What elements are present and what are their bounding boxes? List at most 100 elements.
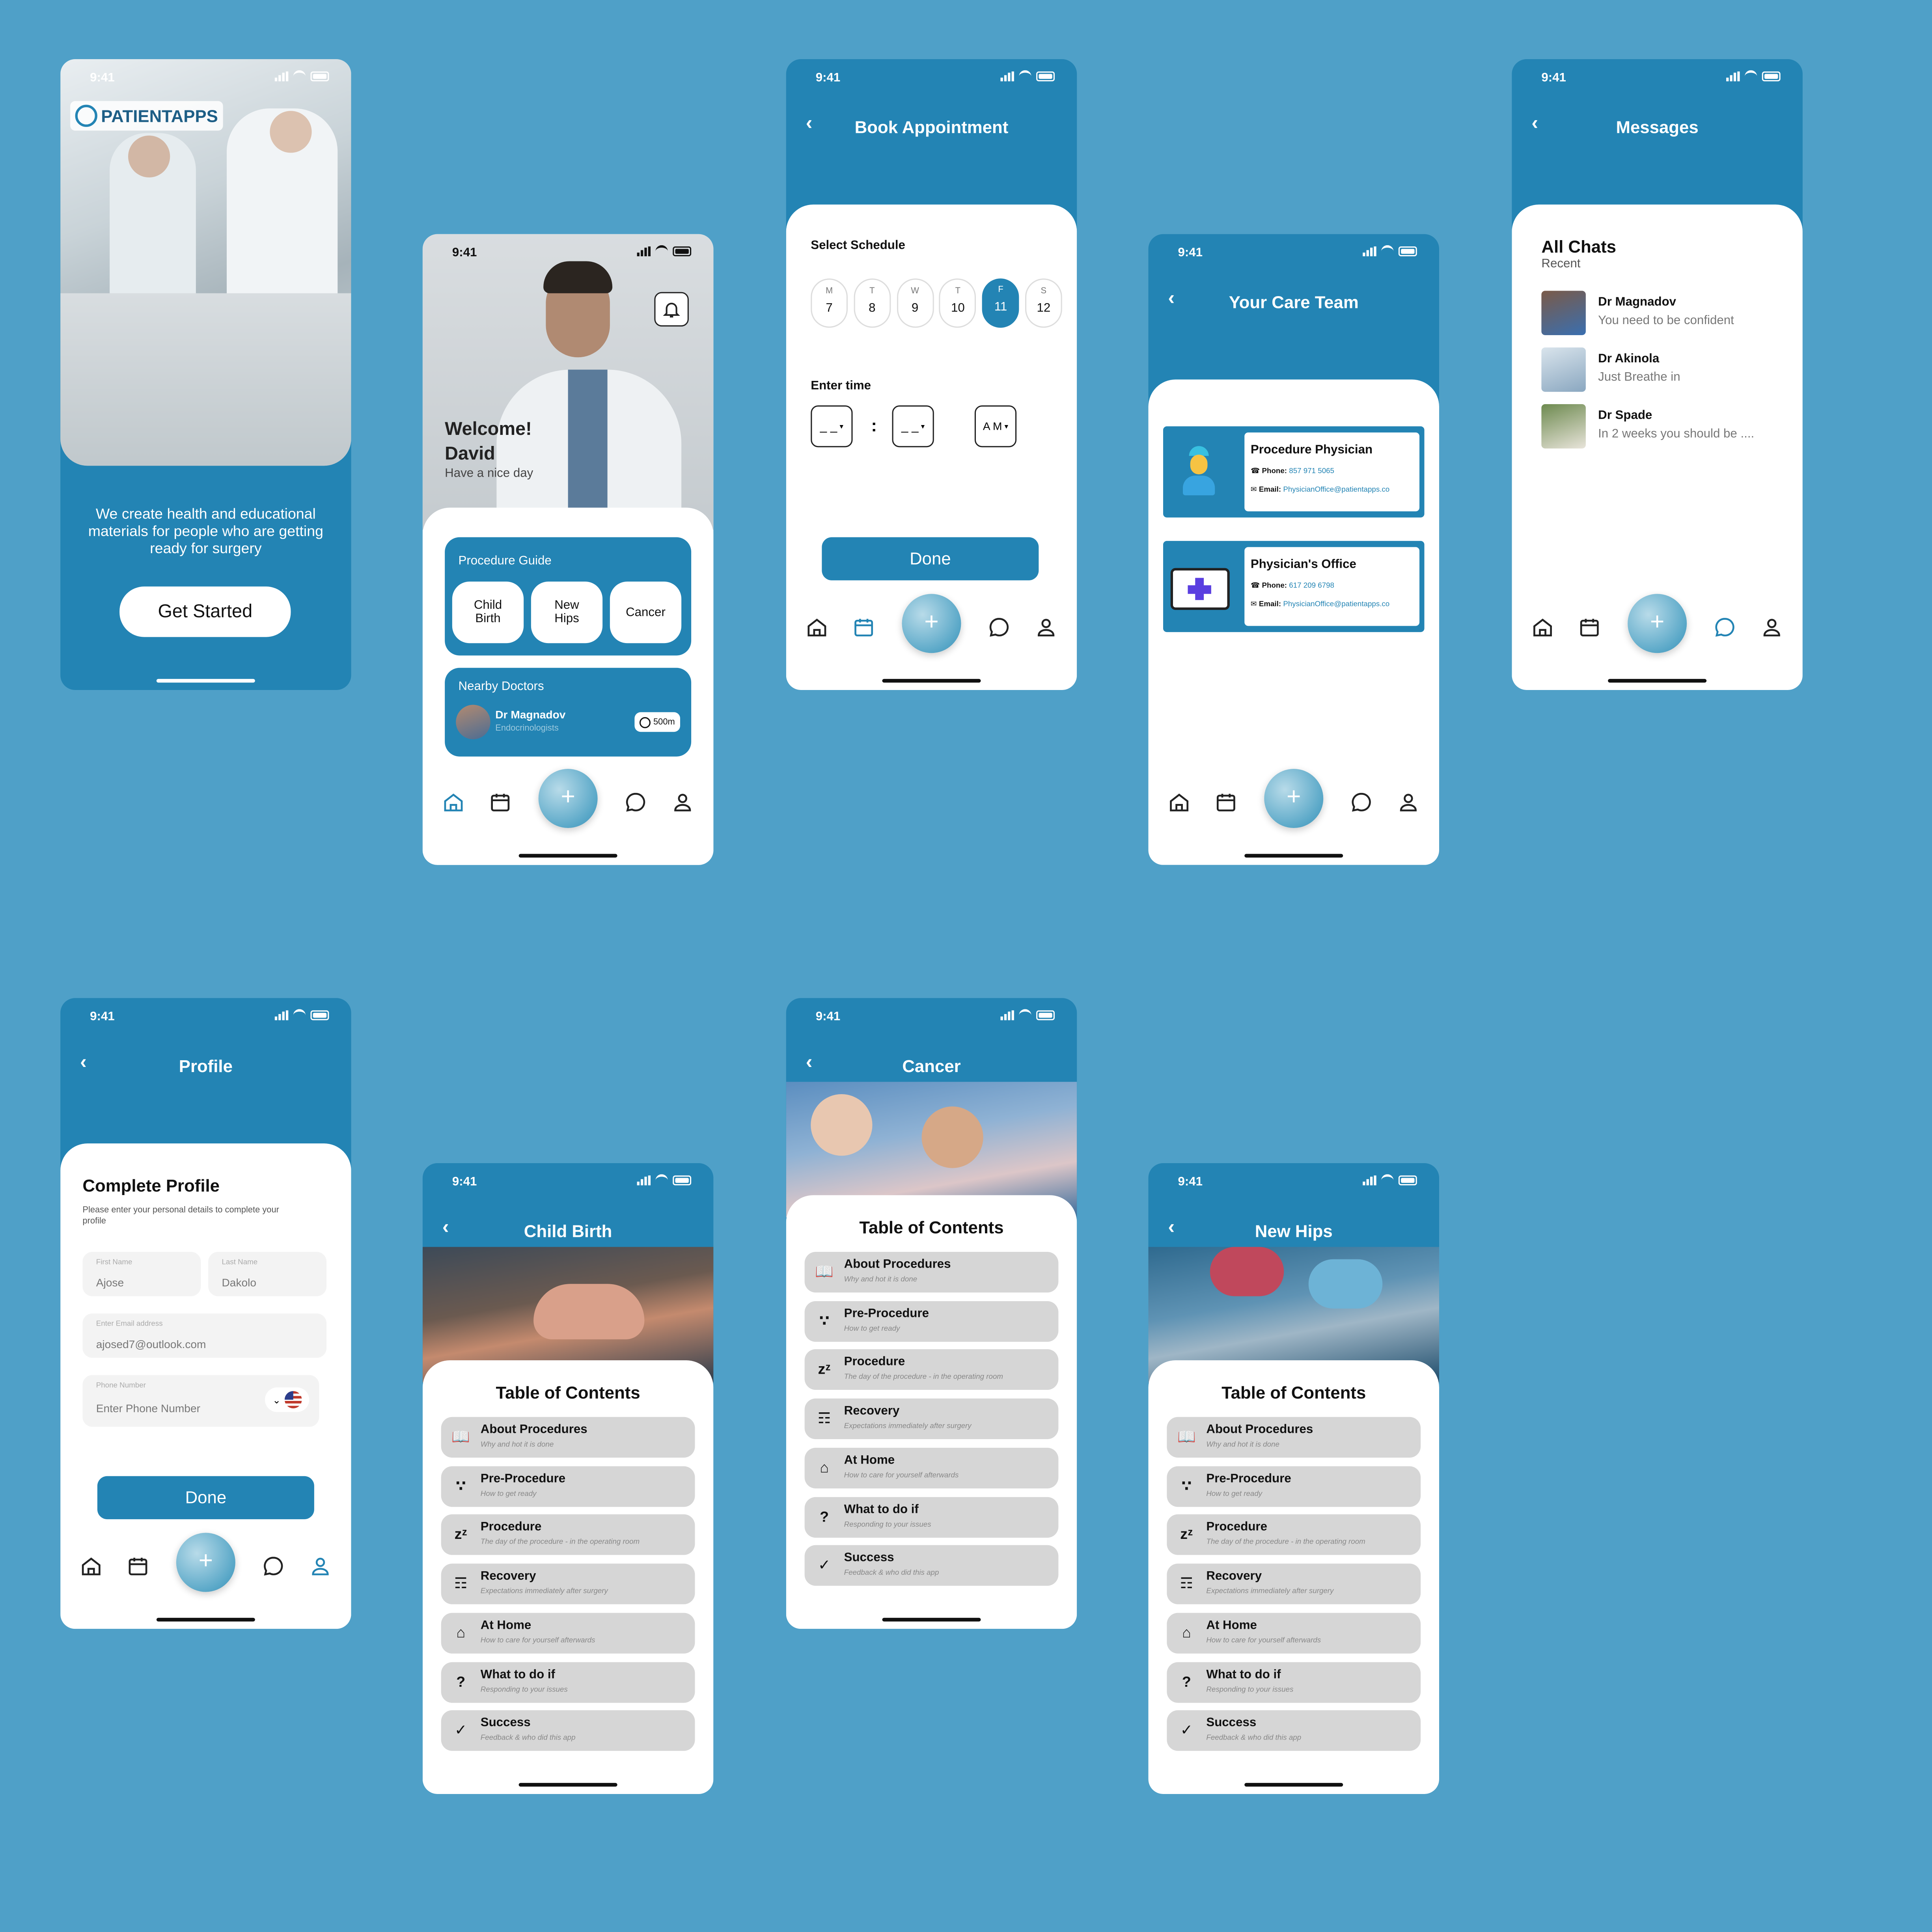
add-button[interactable]: + bbox=[1264, 769, 1324, 828]
toc-item[interactable]: ? What to do if Responding to your issues bbox=[441, 1662, 695, 1703]
chat-name: Dr Magnadov bbox=[1598, 296, 1677, 310]
user-icon bbox=[312, 1557, 329, 1576]
first-name-field[interactable]: First Name Ajose bbox=[82, 1252, 201, 1296]
toc-item[interactable]: ⌂ At Home How to care for yourself afterwa… bbox=[804, 1447, 1059, 1488]
minute-select[interactable]: _ _ ▾ bbox=[892, 405, 934, 448]
done-button[interactable]: Done bbox=[97, 1476, 314, 1520]
book-icon: 📖 bbox=[451, 1428, 470, 1445]
toc-item[interactable]: ∵ Pre-Procedure How to get ready bbox=[804, 1301, 1059, 1342]
care-card-physician[interactable]: Procedure Physician ☎ Phone: 857 971 506… bbox=[1163, 426, 1425, 518]
day-chip[interactable]: W9 bbox=[896, 278, 934, 328]
tab-calendar[interactable] bbox=[127, 1555, 149, 1577]
signal-icon bbox=[274, 1009, 289, 1020]
toc-item[interactable]: 📖 About Procedures Why and hot it is done bbox=[1167, 1417, 1421, 1458]
chat-icon bbox=[989, 618, 1009, 637]
email-link[interactable]: PhysicianOffice@patientapps.co bbox=[1283, 487, 1389, 494]
chat-item[interactable]: Dr Magnadov You need to be confident bbox=[1541, 291, 1788, 335]
country-select[interactable]: ⌄ bbox=[265, 1387, 310, 1412]
tab-calendar[interactable] bbox=[489, 791, 511, 813]
user-icon bbox=[1400, 794, 1417, 811]
toc-item[interactable]: ∵ Pre-Procedure How to get ready bbox=[441, 1466, 695, 1507]
tab-messages[interactable] bbox=[263, 1555, 285, 1577]
add-button[interactable]: + bbox=[538, 769, 598, 828]
notification-button[interactable] bbox=[654, 292, 689, 327]
care-team-screen: 9:41 ‹ Your Care Team Procedure Physicia… bbox=[1148, 234, 1439, 865]
toc-item[interactable]: ☶ Recovery Expectations immediately after … bbox=[804, 1399, 1059, 1440]
toc-item[interactable]: 📖 About Procedures Why and hot it is done bbox=[804, 1252, 1059, 1293]
home-icon bbox=[1170, 793, 1189, 811]
toc-item[interactable]: ? What to do if Responding to your issues bbox=[1167, 1662, 1421, 1703]
nearby-doctors-card[interactable]: Nearby Doctors Dr Magnadov Endocrinologi… bbox=[445, 668, 692, 757]
phone-field[interactable]: Phone Number Enter Phone Number ⌄ bbox=[82, 1375, 319, 1427]
toc-item[interactable]: ⌂ At Home How to care for yourself afterwa… bbox=[441, 1612, 695, 1654]
toc-item-subtitle: Responding to your issues bbox=[480, 1686, 568, 1694]
email-link[interactable]: PhysicianOffice@patientapps.co bbox=[1283, 601, 1389, 609]
tab-profile[interactable] bbox=[309, 1555, 331, 1577]
chat-item[interactable]: Dr Spade In 2 weeks you should be .... bbox=[1541, 404, 1788, 449]
add-button[interactable]: + bbox=[176, 1533, 235, 1592]
care-card-office[interactable]: Physician's Office ☎ Phone: 617 209 6798… bbox=[1163, 541, 1425, 632]
guide-button-child-birth[interactable]: Child Birth bbox=[452, 582, 524, 643]
toc-item[interactable]: ✓ Success Feedback & who did this app bbox=[804, 1545, 1059, 1586]
toc-item-subtitle: The day of the procedure - in the operat… bbox=[844, 1374, 1003, 1382]
toc-item[interactable]: 📖 About Procedures Why and hot it is done bbox=[441, 1417, 695, 1458]
tab-home[interactable] bbox=[1168, 791, 1190, 813]
tab-messages[interactable] bbox=[625, 791, 647, 813]
toc-item[interactable]: ☶ Recovery Expectations immediately after … bbox=[1167, 1563, 1421, 1605]
tab-profile[interactable] bbox=[1397, 791, 1419, 813]
toc-item[interactable]: zᶻ Procedure The day of the procedure - in… bbox=[804, 1350, 1059, 1391]
last-name-field[interactable]: Last Name Dakolo bbox=[208, 1252, 327, 1296]
tab-calendar[interactable] bbox=[1215, 791, 1237, 813]
tab-messages[interactable] bbox=[1714, 616, 1736, 638]
phone-link[interactable]: 617 209 6798 bbox=[1289, 583, 1334, 590]
tab-profile[interactable] bbox=[671, 791, 694, 813]
tab-bar: + bbox=[786, 594, 1077, 653]
logo: PATIENTAPPS bbox=[70, 101, 223, 131]
toc-item-subtitle: Expectations immediately after surgery bbox=[1206, 1588, 1334, 1596]
toc-item[interactable]: ⌂ At Home How to care for yourself afterwa… bbox=[1167, 1612, 1421, 1654]
tab-home[interactable] bbox=[442, 791, 464, 813]
toc-item[interactable]: ∵ Pre-Procedure How to get ready bbox=[1167, 1466, 1421, 1507]
email-field[interactable]: Enter Email address ajosed7@outlook.com bbox=[82, 1313, 327, 1358]
add-button[interactable]: + bbox=[1628, 594, 1687, 653]
day-chip[interactable]: T8 bbox=[853, 278, 891, 328]
tab-messages[interactable] bbox=[988, 616, 1010, 638]
toc-item[interactable]: ? What to do if Responding to your issues bbox=[804, 1496, 1059, 1537]
phone-link[interactable]: 857 971 5065 bbox=[1289, 468, 1334, 476]
done-button[interactable]: Done bbox=[822, 537, 1039, 580]
add-button[interactable]: + bbox=[902, 594, 961, 653]
tab-calendar[interactable] bbox=[853, 616, 875, 638]
guide-button-cancer[interactable]: Cancer bbox=[610, 582, 682, 643]
ampm-select[interactable]: A M ▾ bbox=[974, 405, 1017, 448]
welcome-screen: 9:41 PATIENTAPPS We create health and ed… bbox=[60, 59, 351, 690]
book-icon: 📖 bbox=[815, 1263, 834, 1280]
day-chip[interactable]: S 12 bbox=[1025, 278, 1062, 328]
home-indicator bbox=[1244, 854, 1343, 858]
toc-item[interactable]: ✓ Success Feedback & who did this app bbox=[1167, 1710, 1421, 1751]
status-time: 9:41 bbox=[1178, 246, 1203, 260]
tab-profile[interactable] bbox=[1035, 616, 1057, 638]
toc-item[interactable]: ✓ Success Feedback & who did this app bbox=[441, 1710, 695, 1751]
hour-select[interactable]: _ _ ▾ bbox=[811, 405, 853, 448]
toc-item[interactable]: zᶻ Procedure The day of the procedure - in… bbox=[1167, 1514, 1421, 1555]
tab-messages[interactable] bbox=[1350, 791, 1373, 813]
tab-home[interactable] bbox=[806, 616, 828, 638]
guide-button-new-hips[interactable]: New Hips bbox=[531, 582, 603, 643]
tab-profile[interactable] bbox=[1761, 616, 1783, 638]
toc-item[interactable]: zᶻ Procedure The day of the procedure - in… bbox=[441, 1514, 695, 1555]
nearby-doctors-title: Nearby Doctors bbox=[458, 680, 544, 694]
page-title: Profile bbox=[179, 1056, 233, 1076]
day-chip[interactable]: F 11 bbox=[982, 278, 1019, 328]
signal-icon bbox=[637, 246, 651, 256]
chat-item[interactable]: Dr Akinola Just Breathe in bbox=[1541, 347, 1788, 392]
tab-calendar[interactable] bbox=[1578, 616, 1600, 638]
get-started-button[interactable]: Get Started bbox=[119, 586, 291, 637]
tab-home[interactable] bbox=[1531, 616, 1553, 638]
toc-item-subtitle: Why and hot it is done bbox=[1206, 1442, 1279, 1449]
day-chip[interactable]: M7 bbox=[811, 278, 848, 328]
toc-item[interactable]: ☶ Recovery Expectations immediately after … bbox=[441, 1563, 695, 1605]
tab-home[interactable] bbox=[80, 1555, 102, 1577]
day-chip[interactable]: T 10 bbox=[939, 278, 977, 328]
home-icon bbox=[444, 793, 463, 811]
chat-preview: You need to be confident bbox=[1598, 314, 1734, 328]
